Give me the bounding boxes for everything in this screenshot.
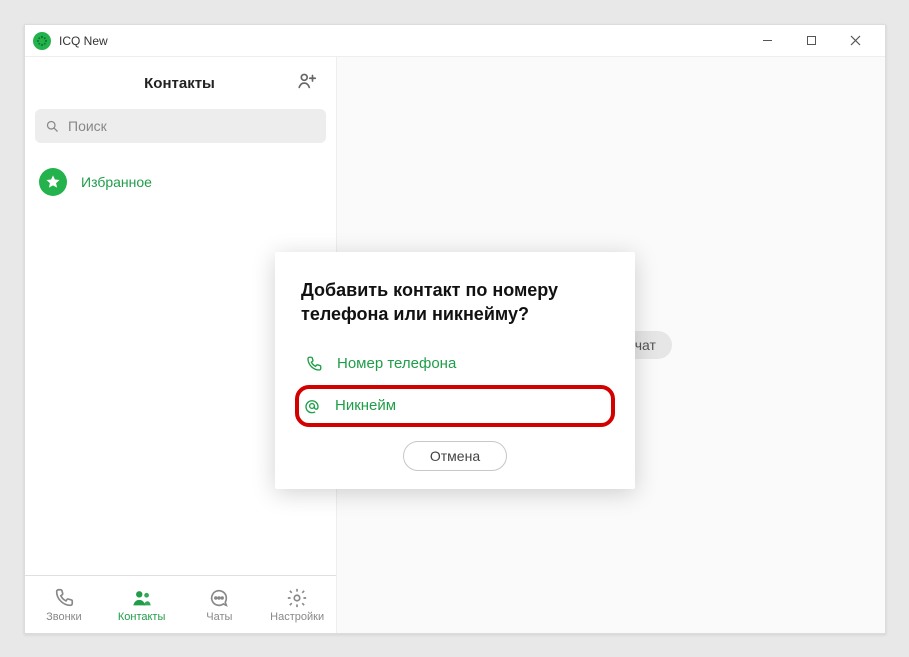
modal-actions: Отмена	[301, 441, 609, 471]
at-icon	[303, 397, 321, 415]
cancel-button[interactable]: Отмена	[403, 441, 507, 471]
add-contact-modal: Добавить контакт по номеру телефона или …	[275, 252, 635, 489]
modal-title: Добавить контакт по номеру телефона или …	[301, 278, 609, 327]
app-logo-icon	[33, 32, 51, 50]
option-nickname[interactable]: Никнейм	[295, 385, 615, 427]
minimize-button[interactable]	[745, 26, 789, 56]
option-nickname-label: Никнейм	[335, 397, 396, 414]
option-phone[interactable]: Номер телефона	[301, 345, 609, 383]
option-phone-label: Номер телефона	[337, 355, 456, 372]
app-window: ICQ New Контакты	[24, 24, 886, 634]
titlebar: ICQ New	[25, 25, 885, 57]
phone-icon	[305, 355, 323, 373]
window-controls	[745, 26, 877, 56]
modal-overlay: Добавить контакт по номеру телефона или …	[25, 57, 885, 633]
app-title: ICQ New	[59, 34, 108, 48]
close-button[interactable]	[833, 26, 877, 56]
maximize-button[interactable]	[789, 26, 833, 56]
